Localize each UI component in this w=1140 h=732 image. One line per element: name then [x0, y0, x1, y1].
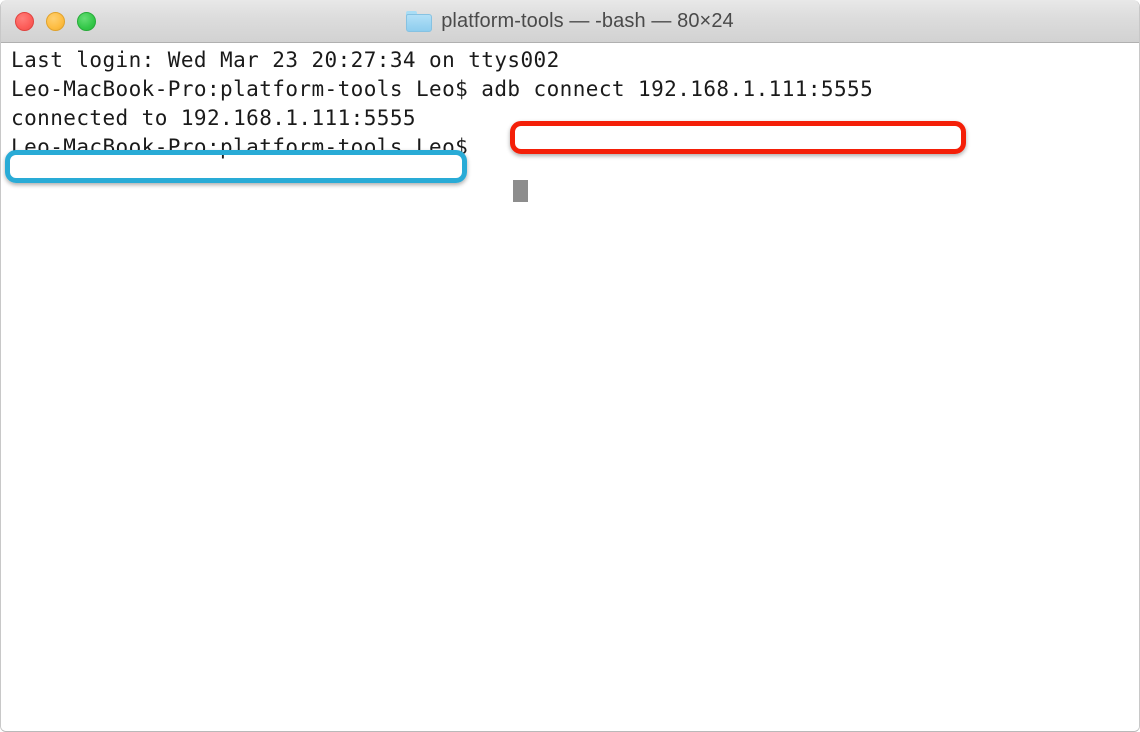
- zoom-button[interactable]: [77, 12, 96, 31]
- title-bar-center: platform-tools — -bash — 80×24: [1, 0, 1139, 43]
- terminal-line-prompt: Leo-MacBook-Pro:platform-tools Leo$: [11, 135, 482, 159]
- terminal-line-output: connected to 192.168.1.111:5555: [11, 106, 416, 130]
- folder-icon: [406, 11, 433, 32]
- block-cursor: [513, 180, 528, 202]
- command-highlight-box: [510, 121, 966, 154]
- terminal-window: platform-tools — -bash — 80×24 Last logi…: [0, 0, 1140, 732]
- terminal-output-area[interactable]: Last login: Wed Mar 23 20:27:34 on ttys0…: [1, 43, 1139, 731]
- terminal-line-command: Leo-MacBook-Pro:platform-tools Leo$ adb …: [11, 77, 874, 101]
- terminal-line-last-login: Last login: Wed Mar 23 20:27:34 on ttys0…: [11, 48, 560, 72]
- close-button[interactable]: [15, 12, 34, 31]
- title-bar[interactable]: platform-tools — -bash — 80×24: [1, 0, 1139, 43]
- window-title: platform-tools — -bash — 80×24: [441, 10, 734, 32]
- window-controls: [15, 12, 96, 31]
- minimize-button[interactable]: [46, 12, 65, 31]
